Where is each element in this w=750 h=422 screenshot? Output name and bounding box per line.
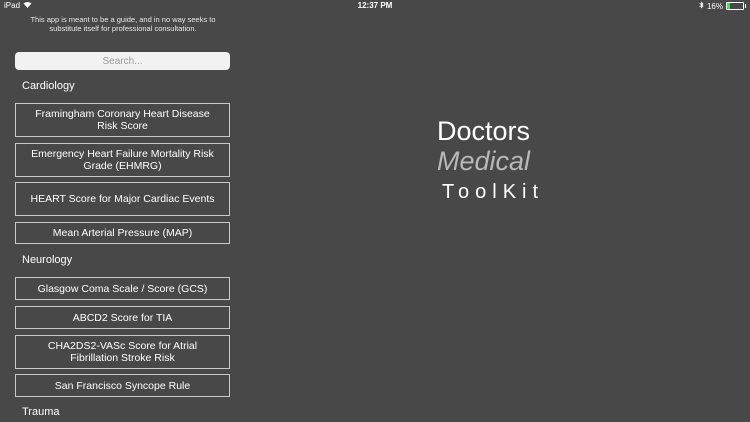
section-header-neurology: Neurology (22, 254, 73, 266)
list-item[interactable]: Emergency Heart Failure Mortality Risk G… (15, 143, 230, 177)
disclaimer-text: This app is meant to be a guide, and in … (30, 15, 216, 33)
battery-icon (726, 2, 746, 10)
list-item[interactable]: CHA2DS2-VASc Score for Atrial Fibrillati… (15, 335, 230, 369)
sidebar: This app is meant to be a guide, and in … (0, 12, 246, 422)
status-bar: iPad 12:37 PM 16% (0, 0, 750, 12)
list-item[interactable]: San Francisco Syncope Rule (15, 374, 230, 397)
list-item[interactable]: Mean Arterial Pressure (MAP) (15, 222, 230, 244)
status-right: 16% (699, 1, 746, 11)
list-item[interactable]: ABCD2 Score for TIA (15, 306, 230, 329)
list-item[interactable]: Framingham Coronary Heart Disease Risk S… (15, 103, 230, 137)
bluetooth-icon (699, 1, 704, 11)
section-header-cardiology: Cardiology (22, 80, 75, 92)
battery-fill (727, 3, 730, 9)
status-time: 12:37 PM (357, 1, 393, 10)
list-item[interactable]: HEART Score for Major Cardiac Events (15, 182, 230, 216)
section-header-trauma: Trauma (22, 406, 60, 418)
app-logo: Doctors Medical ToolKit (437, 116, 637, 204)
logo-doctors: Doctors (437, 116, 531, 146)
battery-percent: 16% (706, 1, 723, 11)
logo-toolkit: ToolKit (442, 181, 545, 203)
list-item[interactable]: Glasgow Coma Scale / Score (GCS) (15, 277, 230, 300)
search-input[interactable] (15, 52, 230, 70)
logo-medical: Medical (437, 146, 531, 176)
